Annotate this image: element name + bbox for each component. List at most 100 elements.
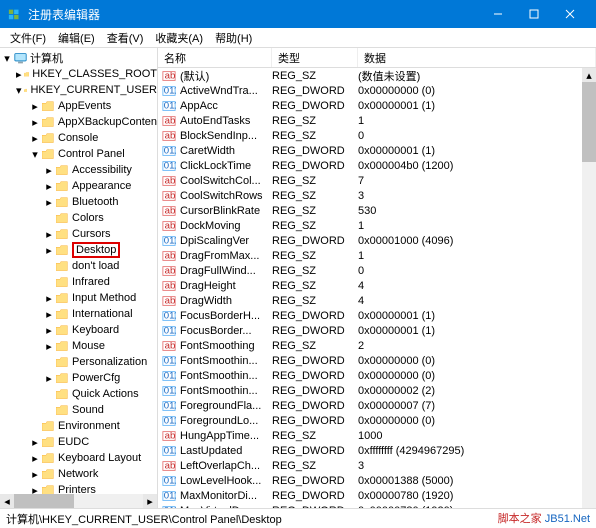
scroll-right-button[interactable]: ▸: [143, 494, 157, 508]
expander-icon[interactable]: ▸: [30, 117, 40, 127]
list-row[interactable]: 011 FontSmoothin... REG_DWORD 0x00000002…: [158, 383, 596, 398]
menu-file[interactable]: 文件(F): [4, 28, 52, 48]
column-name[interactable]: 名称: [158, 48, 272, 67]
list-row[interactable]: ab CoolSwitchCol... REG_SZ 7: [158, 173, 596, 188]
expander-icon[interactable]: ▸: [16, 69, 22, 79]
tree-item[interactable]: ▸ International: [0, 306, 157, 322]
tree-item[interactable]: ▸ Keyboard: [0, 322, 157, 338]
list-row[interactable]: ab CursorBlinkRate REG_SZ 530: [158, 203, 596, 218]
tree-pane[interactable]: ▾ 计算机 ▸ HKEY_CLASSES_ROOT ▾ HKEY_CURRENT…: [0, 48, 158, 508]
tree-item[interactable]: ▸ PowerCfg: [0, 370, 157, 386]
expander-icon[interactable]: ▸: [30, 133, 40, 143]
list-row[interactable]: ab DragHeight REG_SZ 4: [158, 278, 596, 293]
expander-icon[interactable]: ▸: [44, 165, 54, 175]
tree-item[interactable]: ▸ Network: [0, 466, 157, 482]
tree-item[interactable]: ▸ Mouse: [0, 338, 157, 354]
tree-scrollbar-horizontal[interactable]: ◂ ▸: [0, 494, 157, 508]
list-row[interactable]: ab DragFullWind... REG_SZ 0: [158, 263, 596, 278]
list-row[interactable]: 011 ForegroundFla... REG_DWORD 0x0000000…: [158, 398, 596, 413]
tree-item[interactable]: ▸ AppEvents: [0, 98, 157, 114]
list-scrollbar-vertical[interactable]: ▴: [582, 68, 596, 508]
list-row[interactable]: ab (默认) REG_SZ (数值未设置): [158, 68, 596, 83]
tree-item[interactable]: Personalization: [0, 354, 157, 370]
list-row[interactable]: 011 FocusBorder... REG_DWORD 0x00000001 …: [158, 323, 596, 338]
list-row[interactable]: 011 ForegroundLo... REG_DWORD 0x00000000…: [158, 413, 596, 428]
tree-item[interactable]: ▸ Console: [0, 130, 157, 146]
menu-edit[interactable]: 编辑(E): [52, 28, 101, 48]
expander-icon[interactable]: ▸: [44, 245, 54, 255]
menu-help[interactable]: 帮助(H): [209, 28, 258, 48]
list-row[interactable]: 011 AppAcc REG_DWORD 0x00000001 (1): [158, 98, 596, 113]
expander-icon[interactable]: ▸: [44, 309, 54, 319]
tree-item[interactable]: Environment: [0, 418, 157, 434]
expander-icon[interactable]: ▸: [44, 197, 54, 207]
expander-icon[interactable]: [44, 213, 54, 223]
tree-item[interactable]: ▾ HKEY_CURRENT_USER: [0, 82, 157, 98]
expander-icon[interactable]: [44, 357, 54, 367]
tree-item[interactable]: Quick Actions: [0, 386, 157, 402]
list-row[interactable]: ab DockMoving REG_SZ 1: [158, 218, 596, 233]
expander-icon[interactable]: ▾: [30, 149, 40, 159]
list-row[interactable]: ab DragWidth REG_SZ 4: [158, 293, 596, 308]
expander-icon[interactable]: [30, 421, 40, 431]
titlebar[interactable]: 注册表编辑器: [0, 0, 596, 28]
scroll-up-button[interactable]: ▴: [582, 68, 596, 82]
list-row[interactable]: ab AutoEndTasks REG_SZ 1: [158, 113, 596, 128]
list-row[interactable]: 011 FocusBorderH... REG_DWORD 0x00000001…: [158, 308, 596, 323]
list-row[interactable]: 011 ClickLockTime REG_DWORD 0x000004b0 (…: [158, 158, 596, 173]
list-row[interactable]: ab BlockSendInp... REG_SZ 0: [158, 128, 596, 143]
tree-item[interactable]: ▸ HKEY_CLASSES_ROOT: [0, 66, 157, 82]
expander-icon[interactable]: ▸: [30, 437, 40, 447]
tree-item[interactable]: ▸ Keyboard Layout: [0, 450, 157, 466]
expander-icon[interactable]: ▸: [44, 325, 54, 335]
scroll-thumb[interactable]: [14, 494, 74, 508]
list-row[interactable]: 011 MaxVirtualDes... REG_DWORD 0x0000078…: [158, 503, 596, 508]
expander-icon[interactable]: ▸: [30, 453, 40, 463]
tree-item[interactable]: Colors: [0, 210, 157, 226]
tree-item[interactable]: ▸ Input Method: [0, 290, 157, 306]
list-row[interactable]: 011 DpiScalingVer REG_DWORD 0x00001000 (…: [158, 233, 596, 248]
scroll-left-button[interactable]: ◂: [0, 494, 14, 508]
tree-item[interactable]: don't load: [0, 258, 157, 274]
expander-icon[interactable]: ▸: [44, 229, 54, 239]
expander-icon[interactable]: [44, 261, 54, 271]
tree-item[interactable]: ▸ Bluetooth: [0, 194, 157, 210]
tree-root[interactable]: ▾ 计算机: [0, 50, 157, 66]
maximize-button[interactable]: [516, 0, 552, 28]
expander-icon[interactable]: ▸: [44, 293, 54, 303]
menu-favorites[interactable]: 收藏夹(A): [149, 28, 209, 48]
minimize-button[interactable]: [480, 0, 516, 28]
list-row[interactable]: 011 LowLevelHook... REG_DWORD 0x00001388…: [158, 473, 596, 488]
tree-item[interactable]: ▸ Appearance: [0, 178, 157, 194]
chevron-down-icon[interactable]: ▾: [2, 53, 12, 63]
close-button[interactable]: [552, 0, 588, 28]
expander-icon[interactable]: ▸: [44, 181, 54, 191]
expander-icon[interactable]: ▾: [16, 85, 22, 95]
expander-icon[interactable]: [44, 389, 54, 399]
tree-item[interactable]: ▸ EUDC: [0, 434, 157, 450]
list-row[interactable]: ab DragFromMax... REG_SZ 1: [158, 248, 596, 263]
expander-icon[interactable]: ▸: [30, 469, 40, 479]
expander-icon[interactable]: ▸: [30, 101, 40, 111]
list-row[interactable]: 011 ActiveWndTra... REG_DWORD 0x00000000…: [158, 83, 596, 98]
tree-item[interactable]: Sound: [0, 402, 157, 418]
tree-item[interactable]: ▾ Control Panel: [0, 146, 157, 162]
list-row[interactable]: ab HungAppTime... REG_SZ 1000: [158, 428, 596, 443]
tree-item[interactable]: ▸ Cursors: [0, 226, 157, 242]
list-row[interactable]: 011 MaxMonitorDi... REG_DWORD 0x00000780…: [158, 488, 596, 503]
tree-item[interactable]: ▸ Accessibility: [0, 162, 157, 178]
column-type[interactable]: 类型: [272, 48, 358, 67]
tree-item[interactable]: Infrared: [0, 274, 157, 290]
expander-icon[interactable]: [44, 277, 54, 287]
scroll-thumb-vertical[interactable]: [582, 82, 596, 162]
tree-item[interactable]: ▸ AppXBackupConten: [0, 114, 157, 130]
expander-icon[interactable]: [44, 405, 54, 415]
menu-view[interactable]: 查看(V): [101, 28, 150, 48]
list-row[interactable]: 011 FontSmoothin... REG_DWORD 0x00000000…: [158, 353, 596, 368]
column-data[interactable]: 数据: [358, 48, 596, 67]
expander-icon[interactable]: ▸: [44, 341, 54, 351]
list-pane[interactable]: 名称 类型 数据 ab (默认) REG_SZ (数值未设置) 011 Acti…: [158, 48, 596, 508]
list-row[interactable]: 011 FontSmoothin... REG_DWORD 0x00000000…: [158, 368, 596, 383]
list-row[interactable]: ab LeftOverlapCh... REG_SZ 3: [158, 458, 596, 473]
list-row[interactable]: 011 CaretWidth REG_DWORD 0x00000001 (1): [158, 143, 596, 158]
